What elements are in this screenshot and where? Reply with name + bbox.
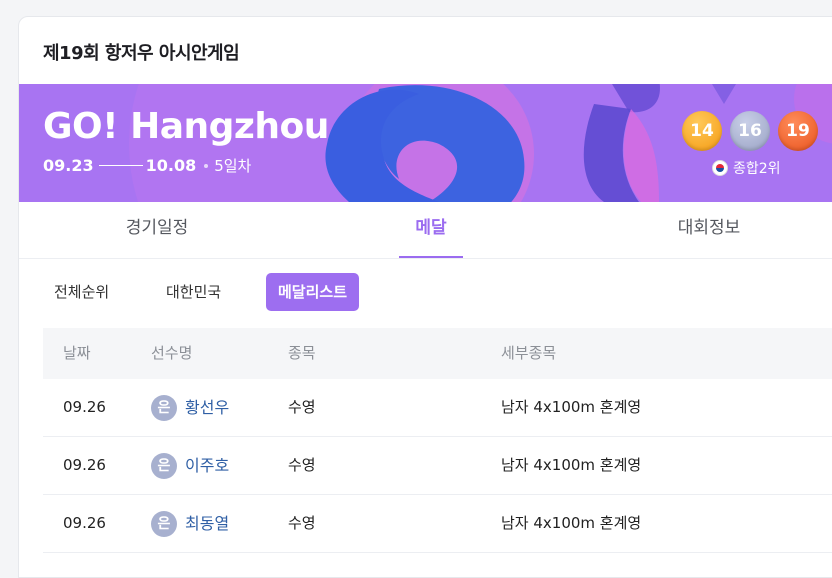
cell-sport: 수영 <box>288 456 316 474</box>
subtab-korea[interactable]: 대한민국 <box>166 273 221 311</box>
overall-rank-text: 종합2위 <box>733 161 781 177</box>
cell-date: 09.26 <box>63 456 106 474</box>
cell-sport: 수영 <box>288 514 316 532</box>
athlete-link[interactable]: 이주호 <box>185 437 229 494</box>
card-title[interactable]: 제19회 항저우 아시안게임 <box>43 39 240 65</box>
silver-medal-icon: 은 <box>151 452 177 479</box>
korea-flag-icon <box>712 160 728 176</box>
cell-date: 09.26 <box>63 514 106 532</box>
overall-rank: 종합2위 <box>712 158 781 178</box>
date-range-dash <box>98 165 143 166</box>
hangzhou-logo: GO! Hangzhou <box>43 106 329 147</box>
subtab-overall-ranking[interactable]: 전체순위 <box>54 273 109 311</box>
silver-medal-icon: 은 <box>151 510 177 537</box>
games-dates: 09.23 10.08 5일차 <box>43 155 251 176</box>
tab-medals[interactable]: 메달 <box>399 202 463 258</box>
medalist-table: 날짜 선수명 종목 세부종목 09.26 은 황선우 수영 남자 4x100m … <box>43 328 832 553</box>
end-date: 10.08 <box>145 156 197 175</box>
table-row: 09.26 은 이주호 수영 남자 4x100m 혼계영 <box>43 437 832 495</box>
header-event: 세부종목 <box>501 344 557 362</box>
silver-medal-count: 16 <box>730 111 770 151</box>
cell-athlete: 은 황선우 <box>151 379 229 436</box>
table-header: 날짜 선수명 종목 세부종목 <box>43 328 832 379</box>
medal-tally[interactable]: 14 16 19 <box>682 111 818 151</box>
start-date: 09.23 <box>43 156 94 175</box>
day-count: 5일차 <box>214 157 252 175</box>
cell-sport: 수영 <box>288 398 316 416</box>
cell-event: 남자 4x100m 혼계영 <box>501 514 642 532</box>
cell-athlete: 은 이주호 <box>151 437 229 494</box>
cell-event: 남자 4x100m 혼계영 <box>501 398 642 416</box>
header-athlete: 선수명 <box>151 344 193 362</box>
cell-date: 09.26 <box>63 398 106 416</box>
subtab-medalists[interactable]: 메달리스트 <box>266 273 360 311</box>
cell-event: 남자 4x100m 혼계영 <box>501 456 642 474</box>
silver-medal-icon: 은 <box>151 394 177 421</box>
tab-schedule[interactable]: 경기일정 <box>19 202 295 258</box>
tab-games-info[interactable]: 대회정보 <box>571 202 832 258</box>
gold-medal-count: 14 <box>682 111 722 151</box>
separator-dot <box>204 163 209 168</box>
header-date: 날짜 <box>63 344 91 362</box>
asian-games-card: 제19회 항저우 아시안게임 GO! Hangzhou 09.23 10.08 … <box>18 16 832 578</box>
cell-athlete: 은 최동열 <box>151 495 229 552</box>
hangzhou-banner[interactable]: GO! Hangzhou 09.23 10.08 5일차 14 16 19 종합… <box>19 84 832 202</box>
bronze-medal-count: 19 <box>778 111 818 151</box>
main-tabs: 경기일정 메달 대회정보 <box>19 202 832 259</box>
athlete-link[interactable]: 최동열 <box>185 495 229 552</box>
table-row: 09.26 은 황선우 수영 남자 4x100m 혼계영 <box>43 379 832 437</box>
header-sport: 종목 <box>288 344 316 362</box>
table-row: 09.26 은 최동열 수영 남자 4x100m 혼계영 <box>43 495 832 553</box>
athlete-link[interactable]: 황선우 <box>185 379 229 436</box>
